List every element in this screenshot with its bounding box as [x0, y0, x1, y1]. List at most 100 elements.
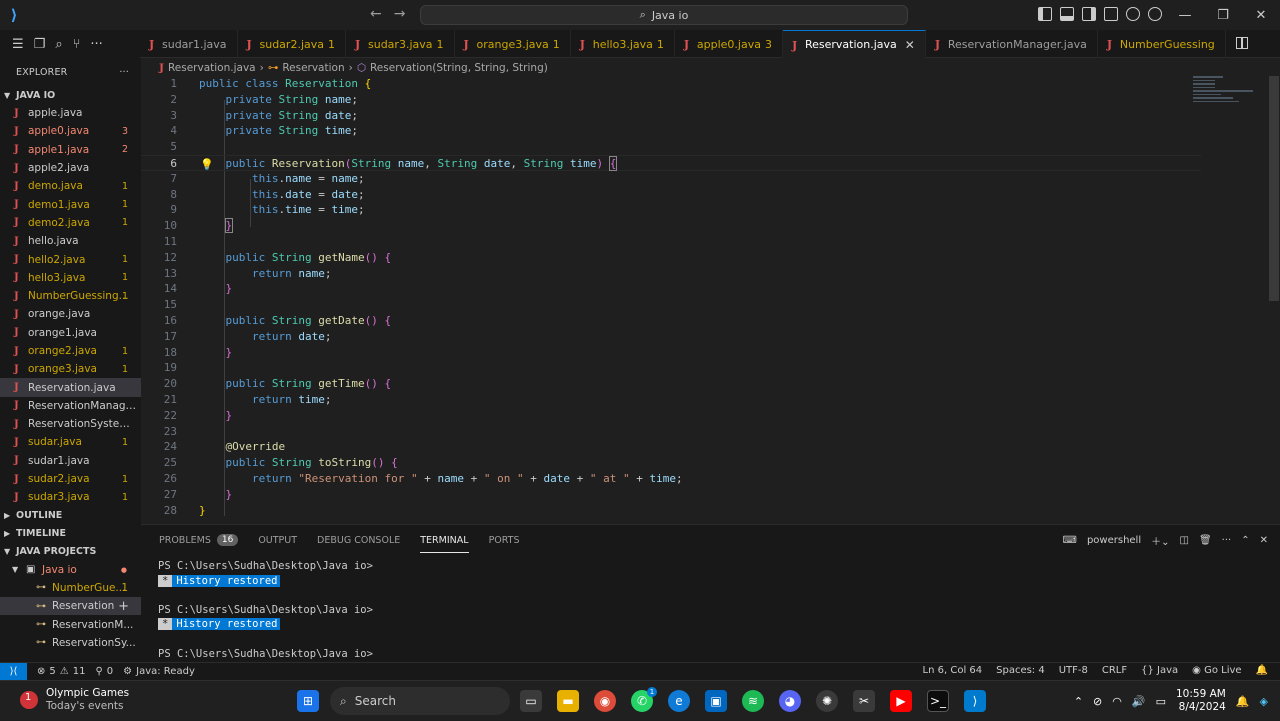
- notification-bell-icon[interactable]: 🔔: [1236, 695, 1250, 708]
- end-of-line[interactable]: CRLF: [1102, 665, 1127, 676]
- discord-icon[interactable]: ◕: [779, 690, 801, 712]
- tab-output[interactable]: OUTPUT: [258, 525, 297, 555]
- chrome-icon[interactable]: ◉: [594, 690, 616, 712]
- store-icon[interactable]: ▣: [705, 690, 727, 712]
- project-class-item[interactable]: ⊶ Reservation +: [0, 597, 141, 616]
- network-wired-icon[interactable]: ⊘: [1093, 695, 1102, 708]
- toggle-panel-icon[interactable]: [1060, 7, 1074, 21]
- breadcrumb-method[interactable]: Reservation(String, String, String): [370, 62, 548, 74]
- more-views-icon[interactable]: ···: [90, 37, 102, 52]
- file-item[interactable]: Jsudar2.java 1: [0, 470, 141, 488]
- more-actions-icon[interactable]: ···: [1222, 535, 1232, 546]
- command-center-search[interactable]: ⌕ Java io: [420, 5, 908, 25]
- tab-orange3-java[interactable]: Jorange3.java 1: [455, 30, 571, 58]
- tab-problems[interactable]: PROBLEMS 16: [159, 525, 239, 555]
- widgets-button[interactable]: 1 Olympic Games Today's events: [20, 687, 129, 713]
- source-control-icon[interactable]: ⑂: [73, 37, 81, 52]
- explorer-icon[interactable]: ❐: [34, 37, 46, 52]
- tab-sudar3-java[interactable]: Jsudar3.java 1: [346, 30, 455, 58]
- start-windows-icon[interactable]: ⊞: [297, 690, 319, 712]
- maximize-panel-icon[interactable]: ⌃: [1241, 535, 1249, 546]
- tab-sudar1-java[interactable]: Jsudar1.java: [140, 30, 238, 58]
- file-item[interactable]: Jdemo2.java 1: [0, 214, 141, 232]
- file-item[interactable]: Jorange1.java: [0, 324, 141, 342]
- toggle-primary-sidebar-icon[interactable]: [1038, 7, 1052, 21]
- tab-numberguessing[interactable]: J NumberGuessing: [1098, 30, 1226, 58]
- file-item[interactable]: Jorange3.java 1: [0, 360, 141, 378]
- folder-header[interactable]: ▼ JAVA IO: [0, 86, 141, 104]
- new-terminal-icon[interactable]: ＋⌄: [1151, 533, 1169, 548]
- file-explorer-icon[interactable]: ▬: [557, 690, 579, 712]
- menu-icon[interactable]: ☰: [12, 37, 24, 52]
- restore-button[interactable]: ❐: [1204, 0, 1242, 30]
- project-class-item[interactable]: ⊶ ReservationSy...: [0, 634, 141, 652]
- problems-status[interactable]: ⊗ 5 ⚠ 11: [37, 666, 85, 677]
- shell-name[interactable]: powershell: [1087, 535, 1141, 546]
- go-live-button[interactable]: ◉ Go Live: [1192, 665, 1241, 676]
- toggle-secondary-sidebar-icon[interactable]: [1082, 7, 1096, 21]
- file-item[interactable]: Japple0.java 3: [0, 122, 141, 140]
- minimize-button[interactable]: —: [1166, 0, 1204, 30]
- language-mode[interactable]: {} Java: [1141, 665, 1178, 676]
- file-item[interactable]: Jhello2.java 1: [0, 250, 141, 268]
- vscode-taskbar-icon[interactable]: ⟩: [964, 690, 986, 712]
- file-item[interactable]: Japple1.java 2: [0, 141, 141, 159]
- settings-gear-icon[interactable]: [1148, 7, 1162, 21]
- breadcrumb-class[interactable]: Reservation: [282, 62, 344, 74]
- ports-status[interactable]: ⚲ 0: [95, 666, 113, 677]
- tray-overflow-chevron-icon[interactable]: ⌃: [1074, 695, 1083, 708]
- close-tab-icon[interactable]: ✕: [905, 38, 915, 52]
- file-item[interactable]: Jsudar3.java 1: [0, 488, 141, 506]
- file-item[interactable]: Jdemo1.java 1: [0, 195, 141, 213]
- file-item[interactable]: Jsudar1.java: [0, 452, 141, 470]
- edge-icon[interactable]: e: [668, 690, 690, 712]
- forward-arrow-icon[interactable]: →: [394, 6, 406, 22]
- outline-section[interactable]: ▶ OUTLINE: [0, 507, 141, 525]
- tab-apple0-java[interactable]: Japple0.java 3: [675, 30, 783, 58]
- file-item[interactable]: Jhello3.java 1: [0, 269, 141, 287]
- copilot-icon[interactable]: ◈: [1260, 695, 1268, 708]
- file-item[interactable]: J ReservationManager.j...: [0, 397, 141, 415]
- file-item[interactable]: Japple2.java: [0, 159, 141, 177]
- tab-terminal[interactable]: TERMINAL: [420, 525, 469, 555]
- cursor-position[interactable]: Ln 6, Col 64: [923, 665, 983, 676]
- clock[interactable]: 10:59 AM 8/4/2024: [1176, 688, 1226, 714]
- file-item[interactable]: J NumberGuessing... 1: [0, 287, 141, 305]
- split-terminal-icon[interactable]: ◫: [1180, 535, 1189, 546]
- file-item[interactable]: J ReservationSystem.java: [0, 415, 141, 433]
- minimap[interactable]: [1193, 76, 1263, 116]
- task-view-icon[interactable]: ▭: [520, 690, 542, 712]
- taskbar-search[interactable]: ⌕ Search: [330, 687, 510, 715]
- terminal-app-icon[interactable]: >_: [927, 690, 949, 712]
- wifi-icon[interactable]: ◠: [1112, 695, 1122, 708]
- add-icon[interactable]: +: [118, 599, 129, 614]
- terminal-output[interactable]: PS C:\Users\Sudha\Desktop\Java io> * Hist…: [158, 559, 373, 661]
- tab-reservationmanager-java[interactable]: J ReservationManager.java: [926, 30, 1098, 58]
- tab-hello3-java[interactable]: Jhello3.java 1: [571, 30, 675, 58]
- account-icon[interactable]: [1126, 7, 1140, 21]
- notifications-bell-icon[interactable]: 🔔: [1256, 665, 1268, 676]
- file-item[interactable]: Jorange.java: [0, 305, 141, 323]
- search-view-icon[interactable]: ⌕: [55, 37, 62, 52]
- vertical-scrollbar[interactable]: [1269, 76, 1279, 301]
- file-item[interactable]: Jorange2.java 1: [0, 342, 141, 360]
- project-class-item[interactable]: ⊶ NumberGue... 1: [0, 579, 141, 597]
- battery-icon[interactable]: ▭: [1156, 695, 1166, 708]
- tab-reservation-java[interactable]: J Reservation.java ✕: [782, 30, 926, 58]
- tab-ports[interactable]: PORTS: [489, 525, 520, 555]
- code-editor[interactable]: 1 public class Reservation { 2 private St…: [141, 76, 1280, 524]
- snipping-tool-icon[interactable]: ✂: [853, 690, 875, 712]
- youtube-icon[interactable]: ▶: [890, 690, 912, 712]
- file-item[interactable]: Japple.java: [0, 104, 141, 122]
- spotify-icon[interactable]: ≋: [742, 690, 764, 712]
- timeline-section[interactable]: ▶ TIMELINE: [0, 525, 141, 543]
- file-item[interactable]: J Reservation.java: [0, 378, 141, 397]
- close-panel-icon[interactable]: ✕: [1260, 535, 1268, 546]
- close-window-button[interactable]: ✕: [1242, 0, 1280, 30]
- tab-debug-console[interactable]: DEBUG CONSOLE: [317, 525, 400, 555]
- back-arrow-icon[interactable]: ←: [370, 6, 382, 22]
- file-item[interactable]: Jhello.java: [0, 232, 141, 250]
- volume-icon[interactable]: 🔊: [1132, 695, 1146, 708]
- explorer-more-icon[interactable]: ···: [119, 67, 129, 78]
- java-projects-section[interactable]: ▼ JAVA PROJECTS: [0, 543, 141, 561]
